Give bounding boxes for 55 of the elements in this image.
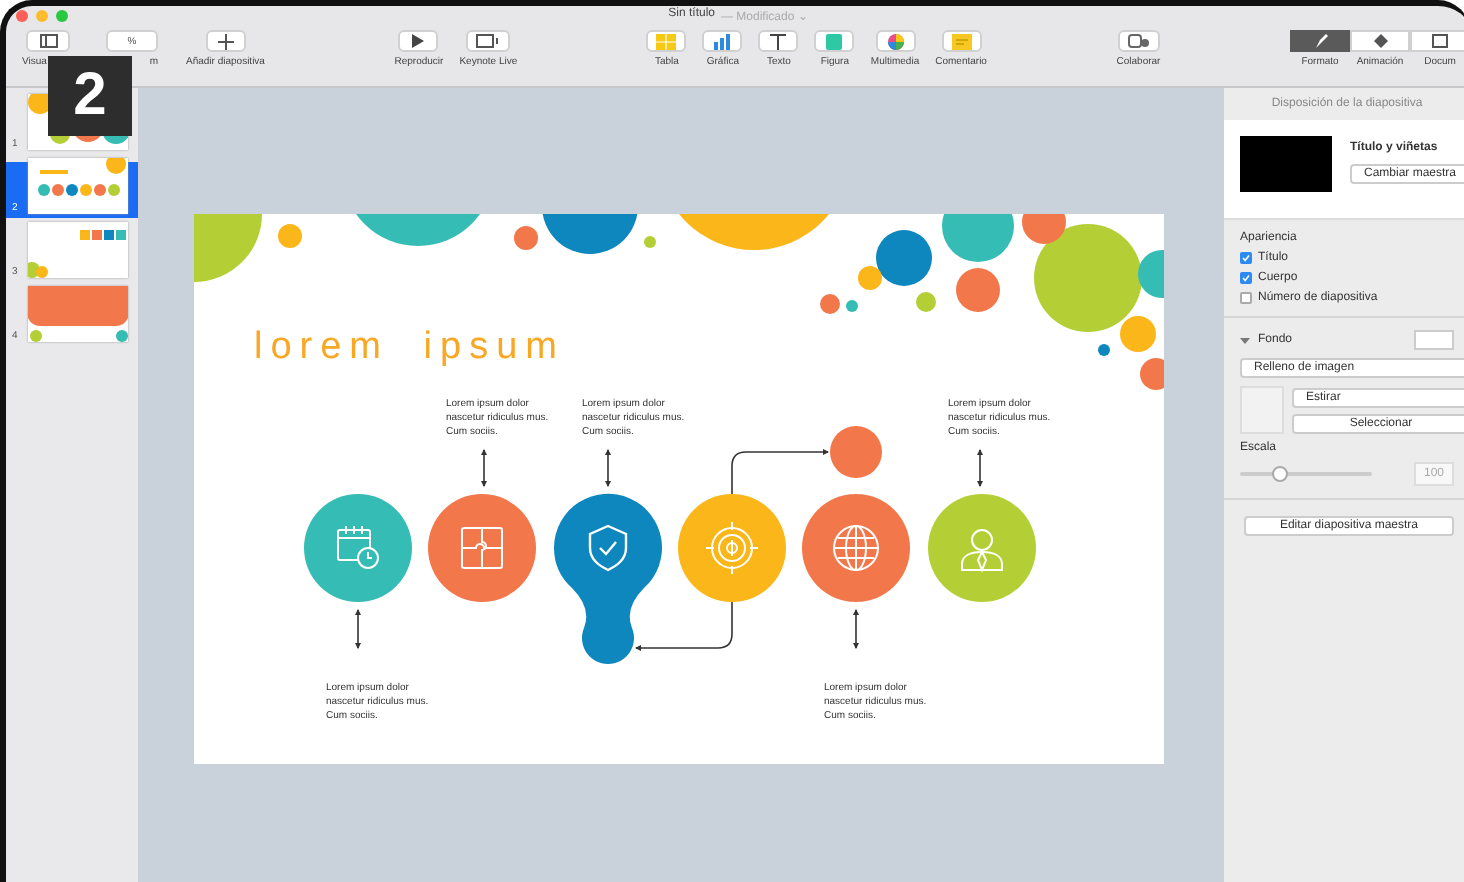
checkbox[interactable] (1240, 272, 1252, 284)
monitor-icon (476, 34, 501, 48)
double-arrow (976, 448, 984, 488)
double-arrow (852, 608, 860, 650)
document-icon (1432, 34, 1448, 48)
toolbar-button[interactable] (466, 30, 511, 52)
checkbox[interactable] (1240, 292, 1252, 304)
diamond-icon (1373, 34, 1387, 48)
table-icon (656, 33, 677, 49)
person-icon (961, 529, 1003, 573)
disclosure-triangle-icon[interactable] (1240, 335, 1250, 345)
step-number-overlay: 2 (48, 56, 132, 136)
double-arrow (604, 448, 612, 488)
color-well[interactable] (1414, 330, 1454, 350)
slide-title: lorem ipsum (254, 326, 565, 370)
text-icon (770, 33, 787, 49)
slide-thumbnail (28, 286, 128, 342)
close-button[interactable] (16, 10, 28, 22)
play-icon (412, 34, 425, 48)
toolbar-button[interactable] (398, 30, 439, 52)
zoom-button[interactable] (56, 10, 68, 22)
toolbar-button[interactable] (1117, 30, 1160, 52)
sidebar-icon (39, 34, 57, 48)
checkbox[interactable] (1240, 252, 1252, 264)
connector-arrow (731, 448, 830, 495)
plus-icon (217, 33, 234, 49)
decor-circle (846, 300, 858, 312)
dollar-target-icon (705, 521, 759, 575)
connector-arrow (634, 601, 733, 652)
double-arrow (354, 608, 362, 650)
decor-circle (916, 292, 936, 312)
decor-circle (278, 224, 302, 248)
square-icon (826, 33, 843, 49)
decor-circle (820, 294, 840, 314)
slider-thumb[interactable] (1271, 466, 1288, 482)
slide-thumbnail (28, 222, 128, 278)
decor-circle (514, 226, 538, 250)
people-icon (1127, 34, 1150, 48)
globe-icon (833, 525, 879, 571)
decor-circle (1098, 344, 1110, 356)
bar-chart-icon (712, 33, 733, 49)
slide-thumbnail (28, 158, 128, 214)
comment-icon (951, 33, 972, 49)
toolbar-button[interactable] (205, 30, 246, 52)
double-arrow (480, 448, 488, 488)
puzzle-icon (461, 527, 503, 569)
toolbar-button[interactable] (758, 30, 799, 52)
brush-icon (1313, 34, 1327, 48)
layout-thumbnail (1240, 136, 1332, 192)
calendar-icon (337, 525, 379, 569)
small-circle (830, 426, 882, 478)
toolbar-button[interactable] (26, 30, 70, 52)
color-wheel-icon (887, 33, 904, 49)
decor-circle (956, 268, 1000, 312)
shield-icon (588, 524, 628, 572)
